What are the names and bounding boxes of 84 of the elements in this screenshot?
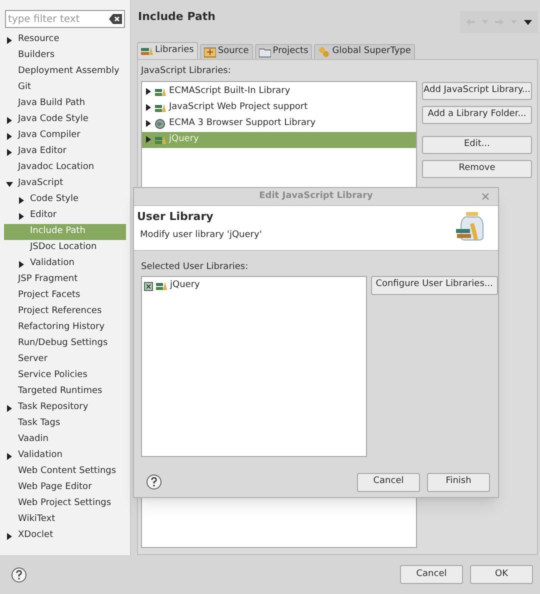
tab[interactable]: Global SuperType: [314, 44, 415, 59]
tab[interactable]: Source: [200, 44, 253, 59]
expand-arrow-icon[interactable]: [145, 104, 152, 111]
library-item[interactable]: JavaScript Web Project support: [142, 100, 416, 116]
books-icon: [155, 134, 166, 144]
tree-item[interactable]: Task Repository: [0, 400, 130, 416]
books-icon: [141, 45, 153, 57]
expand-arrow-icon[interactable]: [6, 116, 13, 124]
tree-item[interactable]: Java Editor: [0, 144, 130, 160]
tree-item[interactable]: Targeted Runtimes: [0, 384, 130, 400]
expand-arrow-icon[interactable]: [145, 136, 152, 143]
tree-item[interactable]: Vaadin: [0, 432, 130, 448]
filter-field[interactable]: type filter text: [5, 10, 125, 28]
library-container-icon: [144, 282, 153, 290]
tree-item[interactable]: Validation: [0, 256, 130, 272]
tree-item[interactable]: Task Tags: [0, 416, 130, 432]
expand-arrow-icon[interactable]: [6, 36, 13, 44]
expand-arrow-icon[interactable]: [18, 212, 25, 220]
tree-item[interactable]: Builders: [0, 48, 130, 64]
header-title: User Library: [137, 209, 214, 225]
dialog-button[interactable]: Cancel: [400, 565, 463, 584]
header-message: Modify user library 'jQuery': [139, 228, 262, 242]
dialog-button[interactable]: OK: [470, 565, 533, 584]
globe-icon: [155, 118, 166, 128]
tree-item[interactable]: JSDoc Location: [0, 240, 130, 256]
tree-item[interactable]: Java Build Path: [0, 96, 130, 112]
tree-item[interactable]: Java Code Style: [0, 112, 130, 128]
jar-icon: [455, 211, 485, 241]
side-button[interactable]: Remove: [422, 160, 532, 178]
expand-arrow-icon[interactable]: [6, 148, 13, 156]
view-menu-icon[interactable]: [524, 20, 532, 24]
help-icon[interactable]: [146, 474, 162, 490]
tree-item[interactable]: Code Style: [0, 192, 130, 208]
user-library-item[interactable]: jQuery: [144, 278, 366, 294]
page-title: Include Path: [137, 8, 216, 25]
folder-icon: [204, 46, 216, 58]
tree-item[interactable]: Service Policies: [0, 368, 130, 384]
configure-button[interactable]: Configure User Libraries...: [370, 276, 498, 294]
tree-item[interactable]: WikiText: [0, 512, 130, 528]
expand-arrow-icon[interactable]: [6, 404, 13, 412]
clear-icon[interactable]: [109, 14, 122, 24]
books-icon: [156, 281, 167, 291]
tree-item[interactable]: Project References: [0, 304, 130, 320]
tree-item[interactable]: Web Content Settings: [0, 464, 130, 480]
tree-item[interactable]: Run/Debug Settings: [0, 336, 130, 352]
tree-item[interactable]: Javadoc Location: [0, 160, 130, 176]
gears-icon: [318, 46, 330, 58]
tree-item[interactable]: Java Compiler: [0, 128, 130, 144]
tree-item[interactable]: Web Project Settings: [0, 496, 130, 512]
library-item[interactable]: ECMA 3 Browser Support Library: [142, 116, 416, 132]
side-button[interactable]: Add a Library Folder...: [422, 106, 532, 124]
expand-arrow-icon[interactable]: [145, 120, 152, 127]
tree-item[interactable]: Web Page Editor: [0, 480, 130, 496]
dialog-button[interactable]: Finish: [427, 472, 490, 492]
tree-item[interactable]: Git: [0, 80, 130, 96]
expand-arrow-icon[interactable]: [6, 132, 13, 140]
list-label: JavaScript Libraries:: [141, 65, 232, 78]
collapse-arrow-icon[interactable]: [6, 180, 13, 188]
tree-item[interactable]: JavaScript: [0, 176, 130, 192]
tree-item[interactable]: Project Facets: [0, 288, 130, 304]
books-icon: [155, 102, 166, 112]
tree-item[interactable]: Validation: [0, 448, 130, 464]
library-item[interactable]: ECMAScript Built-In Library: [142, 84, 416, 100]
dialog-button[interactable]: Cancel: [357, 472, 420, 492]
books-icon: [155, 86, 166, 96]
expand-arrow-icon[interactable]: [6, 452, 13, 460]
expand-arrow-icon[interactable]: [18, 196, 25, 204]
tab[interactable]: Libraries: [137, 42, 198, 59]
expand-arrow-icon[interactable]: [18, 260, 25, 268]
tree-item[interactable]: Refactoring History: [0, 320, 130, 336]
side-button[interactable]: Add JavaScript Library...: [422, 82, 532, 100]
help-icon[interactable]: [11, 566, 27, 582]
tree-item[interactable]: Resource: [0, 32, 130, 48]
tree-item[interactable]: JSP Fragment: [0, 272, 130, 288]
tree-item[interactable]: Server: [0, 352, 130, 368]
tree-item[interactable]: XDoclet: [0, 528, 130, 544]
expand-arrow-icon[interactable]: [145, 88, 152, 95]
tree-item[interactable]: Editor: [0, 208, 130, 224]
expand-arrow-icon[interactable]: [6, 532, 13, 540]
tree-item[interactable]: Deployment Assembly: [0, 64, 130, 80]
tab[interactable]: Projects: [254, 44, 312, 59]
dialog-title: Edit JavaScript Library: [259, 190, 373, 203]
side-button[interactable]: Edit...: [422, 136, 532, 154]
list-label: Selected User Libraries:: [141, 261, 250, 274]
